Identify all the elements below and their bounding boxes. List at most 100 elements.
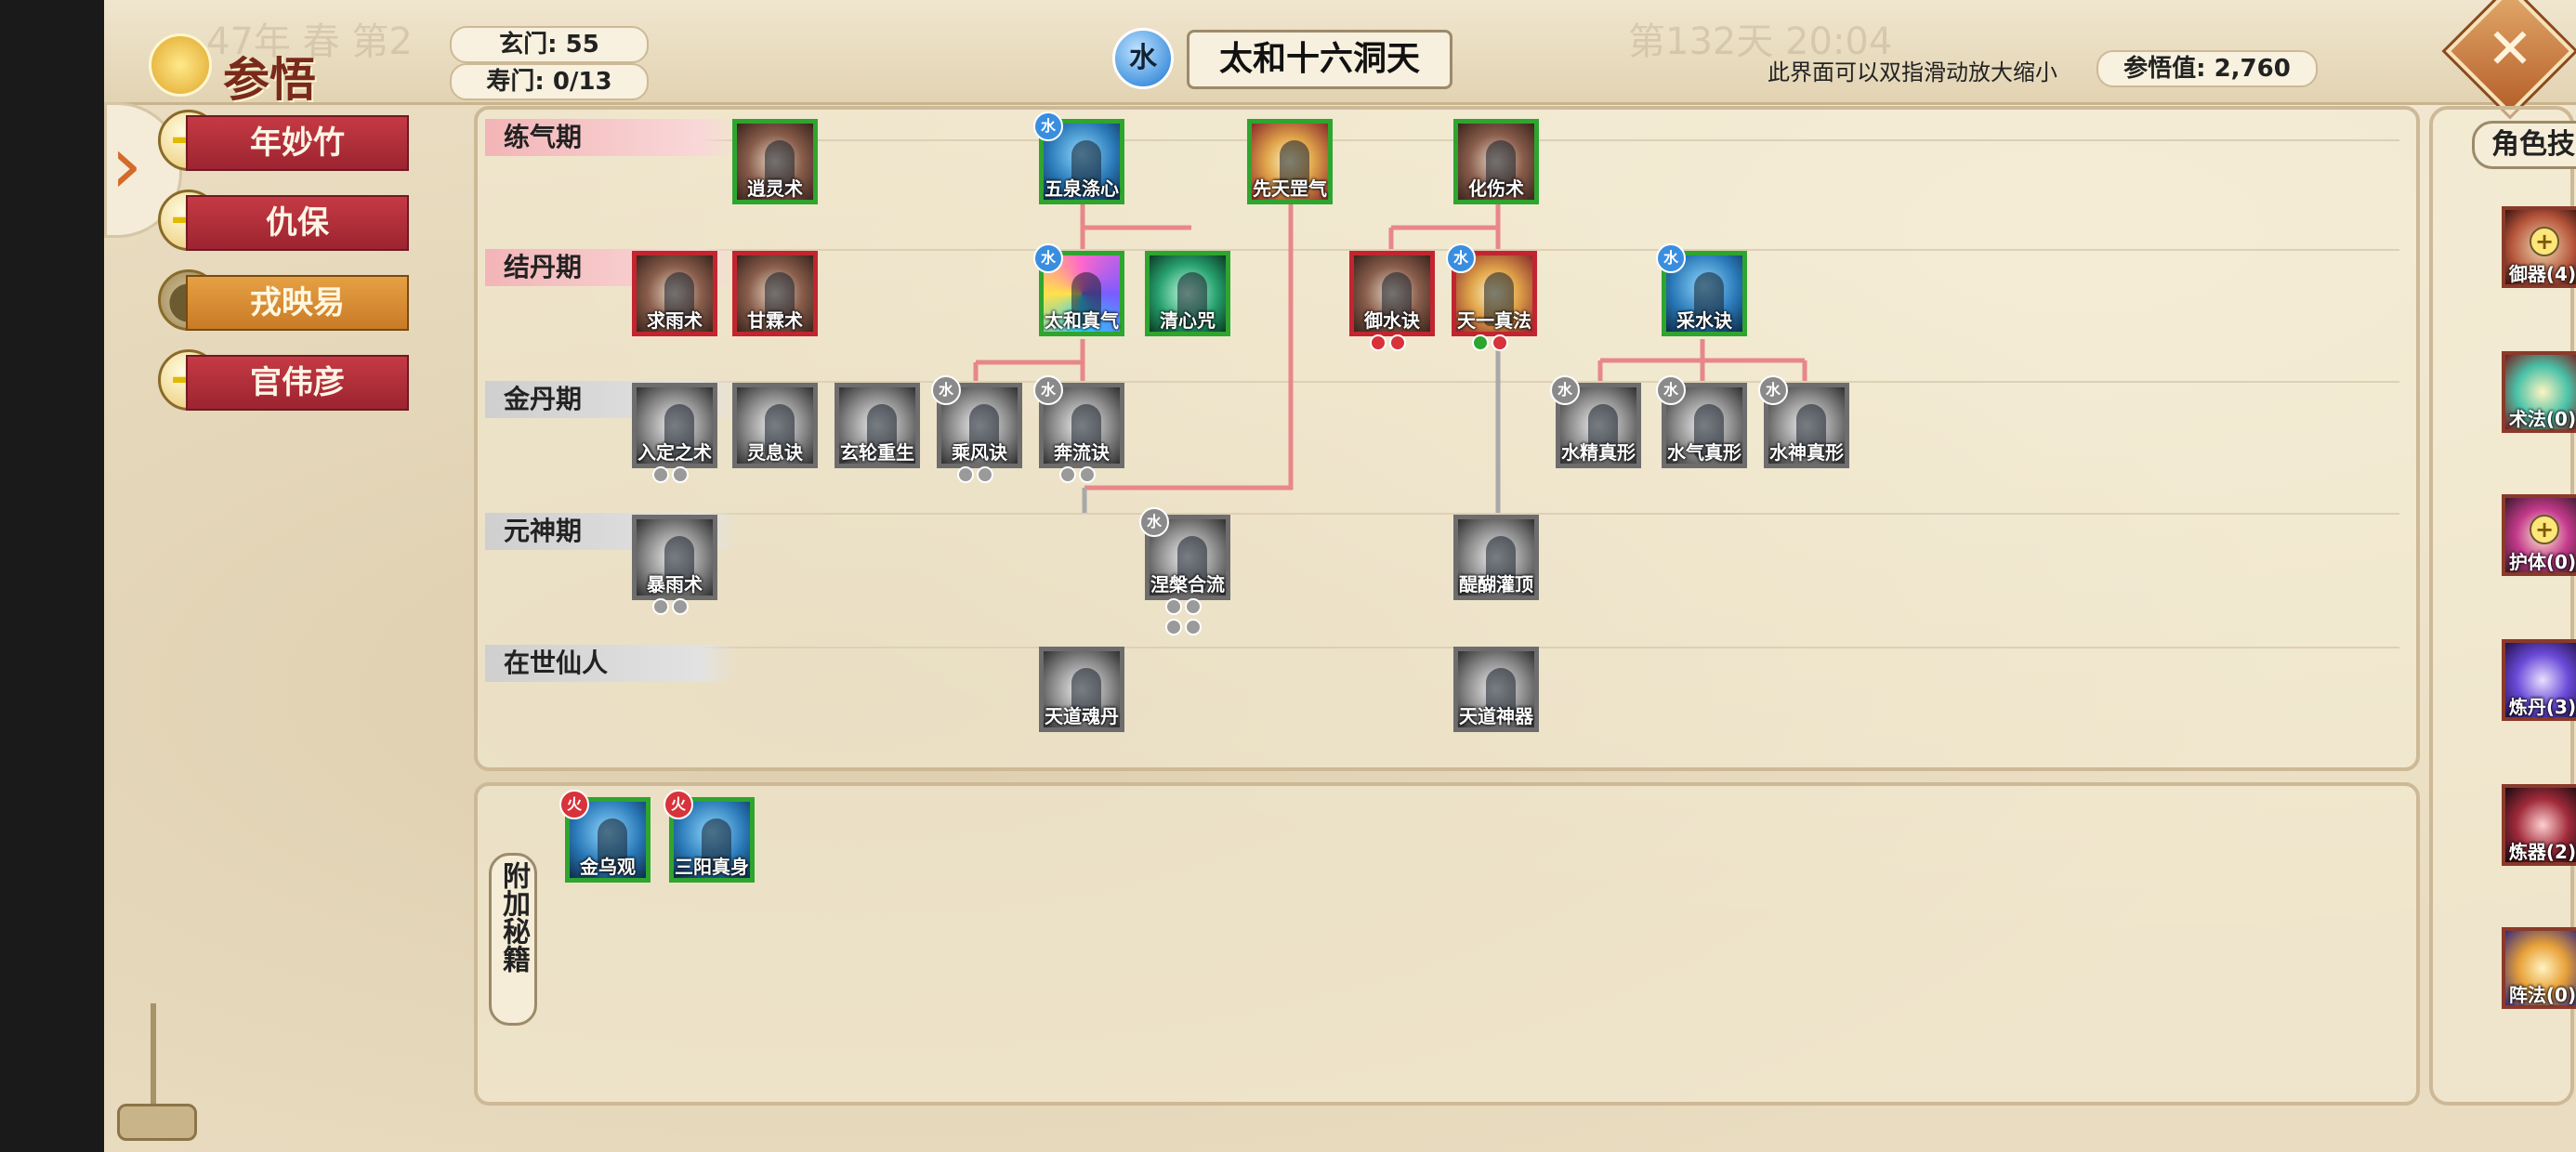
skill-node[interactable]: 乘风诀 水 [931,375,1022,483]
water-element-badge: 水 [1656,375,1686,405]
progress-dot [1185,598,1202,615]
game-screen: 47年 春 第2 第132天 20:04 参悟 玄门: 55 寿门: 0/13 … [104,0,2576,1152]
character-skill[interactable]: 炼丹(3) [2502,639,2576,721]
skill-node[interactable]: 暴雨术 [632,515,717,615]
extra-manuals-label: 附加秘籍 [489,853,537,1026]
skill-node[interactable]: 水神真形 水 [1758,375,1849,468]
skill-node[interactable]: 天道魂丹 [1039,647,1124,732]
incense-burner-icon [112,1003,197,1143]
skill-node[interactable]: 奔流诀 水 [1033,375,1124,483]
progress-dot [652,598,669,615]
character-skill[interactable]: 术法(0) [2502,351,2576,433]
skill-label: 五泉涤心 [1045,177,1119,200]
character-skill[interactable]: + 御器(4) [2502,206,2576,288]
character-skill[interactable]: 阵法(0) [2502,927,2576,1009]
progress-dot [1185,619,1202,635]
water-element-badge: 水 [1033,375,1063,405]
link-wuquan [1080,204,1191,249]
character-skill[interactable]: 炼器(2) [2502,784,2576,866]
skill-node[interactable]: 天一真法 水 [1446,243,1537,351]
skill-links [973,195,1807,513]
skill-label: 清心咒 [1160,309,1216,332]
link-huashang [1388,204,1501,249]
character-skill-label: 炼器(2) [2508,841,2576,863]
skill-label: 水气真形 [1667,441,1741,464]
water-element-badge: 水 [1033,111,1063,141]
plus-icon: + [2530,515,2559,544]
skill-node[interactable]: 先天罡气 [1247,119,1333,204]
plus-icon: + [2530,227,2559,256]
skill-node[interactable]: 涅槃合流 水 [1139,507,1230,635]
skill-node[interactable]: 灵息诀 [732,383,818,468]
skill-node[interactable]: 入定之术 [632,383,717,483]
skill-progress-dots [652,598,708,615]
skill-node[interactable]: 天道神器 [1453,647,1539,732]
progress-dot [1389,334,1406,351]
character-skills-title: 角色技能 [2472,121,2576,169]
fire-element-badge: 火 [559,790,589,819]
skill-label: 化伤术 [1468,177,1524,200]
skill-node[interactable]: 化伤术 [1453,119,1539,204]
skill-node[interactable]: 甘霖术 [732,251,818,336]
progress-dot [1165,619,1182,635]
skill-label: 醍醐灌顶 [1459,573,1533,596]
character-skill-label: 护体(0) [2508,551,2576,573]
water-element-badge: 水 [1656,243,1686,273]
skill-node[interactable]: 求雨术 [632,251,717,336]
extra-manuals-text: 附加秘籍 [497,861,530,973]
progress-dot [957,466,974,483]
water-element-badge: 水 [1446,243,1476,273]
skill-label: 涅槃合流 [1150,573,1225,596]
skill-label: 天一真法 [1457,309,1531,332]
character-skill-label: 炼丹(3) [2508,696,2576,718]
skill-label: 求雨术 [647,309,703,332]
skill-label: 灵息诀 [747,441,803,464]
character-skill[interactable]: + 护体(0) [2502,494,2576,576]
skill-label: 奔流诀 [1054,441,1110,464]
skill-progress-dots [1059,466,1115,483]
skill-label: 暴雨术 [647,573,703,596]
skill-label: 甘霖术 [747,309,803,332]
progress-dot [652,466,669,483]
skill-label: 天道魂丹 [1045,705,1119,727]
progress-dot [977,466,993,483]
skill-label: 金乌观 [580,856,636,878]
skill-progress-dots [652,466,708,483]
water-element-badge: 水 [1139,507,1169,537]
extra-manual-node[interactable]: 三阳真身 火 [664,790,755,883]
skill-label: 乘风诀 [952,441,1007,464]
skill-label: 逍灵术 [747,177,803,200]
skill-node[interactable]: 逍灵术 [732,119,818,204]
skill-label: 水神真形 [1769,441,1844,464]
skill-node[interactable]: 采水诀 水 [1656,243,1747,336]
skill-label: 太和真气 [1045,309,1119,332]
progress-dot [1165,598,1182,615]
skill-node[interactable]: 玄轮重生 [835,383,920,468]
character-skill-label: 阵法(0) [2508,984,2576,1006]
progress-dot [1079,466,1096,483]
skill-label: 御水诀 [1364,309,1420,332]
skill-label: 采水诀 [1676,309,1732,332]
skill-progress-dots [1370,334,1426,351]
extra-manual-node[interactable]: 金乌观 火 [559,790,651,883]
progress-dot [1492,334,1508,351]
skill-progress-dots [957,466,1013,483]
skill-node[interactable]: 水气真形 水 [1656,375,1747,468]
progress-dot [672,466,689,483]
skill-label: 玄轮重生 [840,441,914,464]
link-taihe [973,339,1085,381]
skill-node[interactable]: 醍醐灌顶 [1453,515,1539,600]
skill-node[interactable]: 五泉涤心 水 [1033,111,1124,204]
skill-node[interactable]: 清心咒 [1145,251,1230,336]
skill-progress-dots [1165,598,1221,635]
skill-label: 先天罡气 [1253,177,1327,200]
skill-node[interactable]: 御水诀 [1349,251,1435,351]
character-skill-label: 术法(0) [2508,408,2576,430]
water-element-badge: 水 [1758,375,1788,405]
skill-node[interactable]: 太和真气 水 [1033,243,1124,336]
water-element-badge: 水 [1033,243,1063,273]
progress-dot [1370,334,1387,351]
skill-label: 三阳真身 [675,856,749,878]
skill-node[interactable]: 水精真形 水 [1550,375,1641,468]
progress-dot [1059,466,1076,483]
